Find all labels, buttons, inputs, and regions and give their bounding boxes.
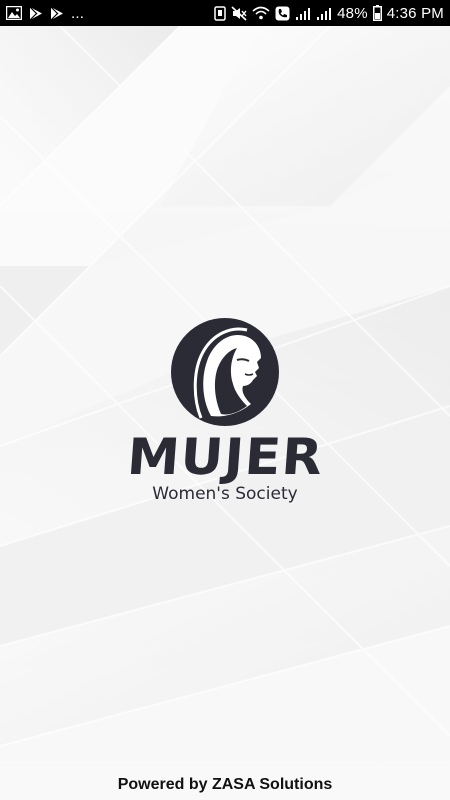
brand-name: MUJER: [124, 428, 326, 486]
battery-percent: 48%: [337, 4, 368, 22]
system-icons: 48% 4:36 PM: [214, 5, 444, 22]
signal-icon: [316, 6, 332, 21]
play-store-icon: [50, 6, 64, 21]
call-icon: [275, 6, 290, 21]
play-store-icon: [29, 6, 43, 21]
mute-icon: [231, 5, 247, 21]
app-logo: MUJER Women's Society: [0, 318, 450, 504]
battery-icon: [372, 5, 382, 21]
brand-tagline: Women's Society: [152, 484, 298, 504]
signal-icon: [295, 6, 311, 21]
overflow-indicator: ...: [71, 4, 85, 22]
powered-by-text: Powered by ZASA Solutions: [117, 776, 333, 793]
woman-face-icon: [171, 318, 279, 426]
notification-icons: ...: [6, 5, 84, 22]
clock: 4:36 PM: [386, 4, 444, 22]
wifi-icon: [252, 6, 270, 20]
status-bar: ... 48% 4:36 PM: [0, 0, 450, 26]
nfc-icon: [214, 5, 226, 21]
image-icon: [6, 6, 22, 20]
